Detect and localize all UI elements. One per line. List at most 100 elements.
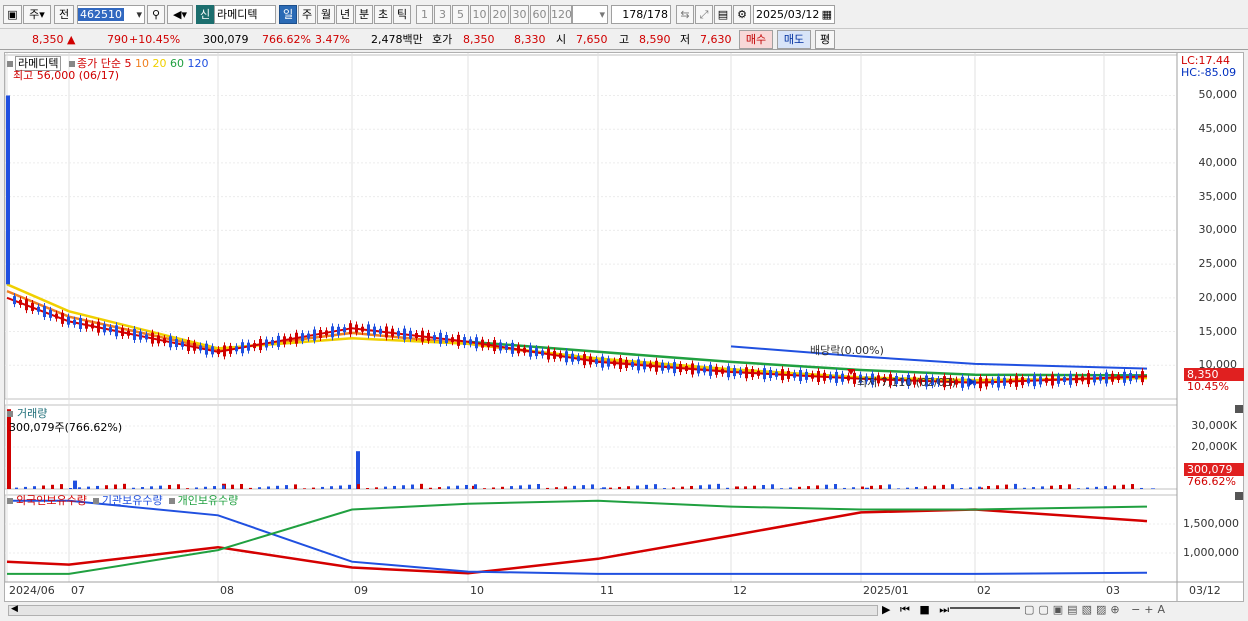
volume-bar [276, 485, 279, 489]
interval-tab-3[interactable]: 3 [434, 5, 451, 24]
candle-body [109, 327, 112, 333]
compare-icon[interactable]: ⇆ [676, 5, 694, 24]
price-tick-label: 35,000 [1198, 189, 1238, 203]
volume-bar [123, 483, 126, 489]
ma-line-10 [6, 289, 1148, 383]
candle-body [517, 345, 520, 354]
candle-body [1123, 371, 1126, 383]
period-tab-1[interactable]: 주 [298, 5, 316, 24]
volume-tick-label: 20,000K [1191, 440, 1237, 453]
panel-close-icon[interactable] [1235, 405, 1243, 413]
interval-tab-5[interactable]: 5 [452, 5, 469, 24]
prev-button[interactable]: 전 [54, 5, 74, 24]
volume-bar [834, 484, 837, 489]
window-icon[interactable]: ▣ [3, 5, 22, 24]
interval-tab-10[interactable]: 10 [470, 5, 489, 24]
candle-body [367, 324, 370, 336]
volume-bar [915, 486, 918, 489]
candle-body [289, 336, 292, 342]
period-tab-6[interactable]: 틱 [393, 5, 411, 24]
candle-body [487, 342, 490, 348]
scroll-track[interactable]: ◀ [8, 604, 878, 616]
period-tab-2[interactable]: 월 [317, 5, 335, 24]
candle-body [145, 334, 148, 340]
candle-body [55, 313, 58, 319]
interval-tab-60[interactable]: 60 [530, 5, 549, 24]
volume-bar [375, 487, 378, 489]
volume-bar [294, 484, 297, 489]
interval-tab-30[interactable]: 30 [510, 5, 529, 24]
candle-body [727, 366, 730, 378]
volume-bar [357, 484, 360, 489]
volume-bar [672, 487, 675, 489]
volume-bar [24, 486, 27, 489]
volume-bar [762, 484, 765, 489]
price-tick-label: 50,000 [1198, 88, 1238, 102]
volume-bar [951, 484, 954, 489]
search-icon[interactable]: ⚲ [147, 5, 165, 24]
period-tab-3[interactable]: 년 [336, 5, 354, 24]
period-tab-0[interactable]: 일 [279, 5, 297, 24]
candle-body [283, 336, 286, 345]
candle-body [481, 339, 484, 348]
playback-controls[interactable]: ▶ ⏮ ■ ⏭ [882, 603, 952, 617]
interval-tab-1[interactable]: 1 [416, 5, 433, 24]
mode-select[interactable]: 주▾ [23, 5, 51, 24]
volume-bar [726, 487, 729, 489]
interval-tab-120[interactable]: 120 [550, 5, 572, 24]
calendar-icon[interactable]: ▦ [822, 6, 832, 23]
candle-body [1033, 375, 1036, 387]
candle-body [1135, 374, 1138, 380]
period-tab-4[interactable]: 분 [355, 5, 373, 24]
candle-body [79, 317, 82, 329]
candle-body [1045, 377, 1048, 383]
chart-tools[interactable]: ▢▢▣▤▧▨⊕ −+A [1024, 603, 1169, 616]
buy-button[interactable]: 매수 [739, 30, 773, 49]
sell-button[interactable]: 매도 [777, 30, 811, 49]
date-value: 2025/03/12 [756, 8, 820, 21]
speaker-icon[interactable]: ◀▾ [167, 5, 193, 24]
interval-tab-20[interactable]: 20 [490, 5, 509, 24]
chevron-down-icon[interactable]: ▾ [136, 6, 142, 23]
custom-interval-input[interactable]: ▾ [572, 5, 608, 24]
candle-body [343, 327, 346, 333]
volume-bar [865, 487, 869, 489]
volume-bar [356, 451, 360, 489]
bid-price: 8,330 [514, 33, 546, 46]
candle-body [853, 372, 856, 384]
volume-bar [1095, 486, 1098, 489]
volume-bar [717, 483, 720, 489]
volume-bar [735, 487, 738, 489]
period-tab-5[interactable]: 초 [374, 5, 392, 24]
date-input[interactable]: 2025/03/12 ▦ [753, 5, 835, 24]
volume-bar [771, 484, 774, 489]
eval-button[interactable]: 평 [815, 30, 835, 49]
save-icon[interactable]: ▤ [714, 5, 732, 24]
panel-close-icon[interactable] [1235, 492, 1243, 500]
ma-period-10: 10 [134, 57, 153, 70]
volume-bar [753, 485, 756, 489]
chart-area[interactable]: 라메디텍 종가 단순 5 10 20 60 120 최고 56,000 (06/… [4, 52, 1244, 618]
candle-body [409, 330, 412, 339]
candle-body [835, 371, 838, 383]
code-input[interactable]: 462510 ▾ [77, 5, 145, 24]
zoom-slider[interactable] [950, 607, 1020, 610]
volume-bar [60, 484, 63, 489]
code-value: 462510 [78, 8, 124, 21]
volume-bar [366, 488, 369, 489]
gear-icon[interactable]: ⚙ [733, 5, 751, 24]
chevron-down-icon[interactable]: ▾ [599, 6, 605, 23]
candle-body [175, 339, 178, 348]
count-field[interactable]: 178/178 [611, 5, 671, 24]
x-tick-label: 2025/01 [863, 584, 909, 597]
candle-body [1075, 375, 1078, 384]
volume-bar [222, 485, 225, 489]
holding-tick-label: 1,500,000 [1183, 517, 1239, 530]
chart-canvas[interactable] [5, 53, 1243, 601]
tool-icon[interactable]: ⤢ [695, 5, 713, 24]
volume-bar [186, 488, 189, 489]
volume-bar [627, 486, 630, 489]
scroll-left-icon[interactable]: ◀ [11, 604, 18, 614]
stock-name-field[interactable]: 라메디텍 [214, 5, 276, 24]
volume-bar [474, 484, 477, 489]
